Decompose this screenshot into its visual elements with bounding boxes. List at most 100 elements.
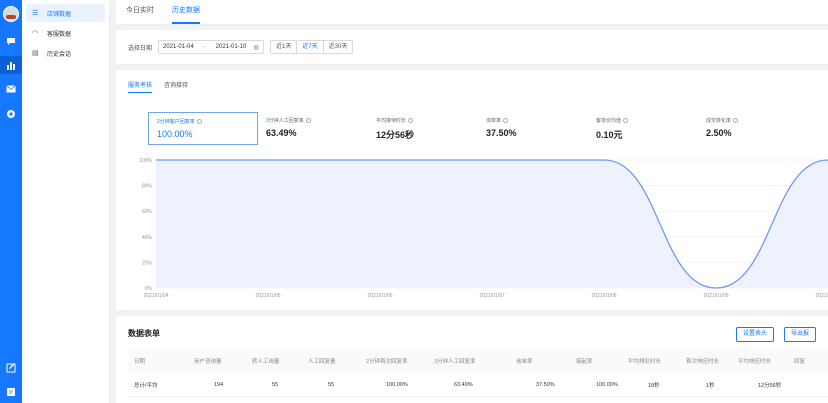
quick-range-7days[interactable]: 近7天 (297, 41, 324, 53)
kpi-cards: 2分钟客户回复率 100.00% 3分钟人工回复率 63.49% 平均接待时长 … (148, 112, 828, 145)
table-header-cell: 人工回复量 (308, 359, 336, 365)
table-header-cell: 3分钟人工回复率 (434, 359, 476, 365)
kpi-value: 63.49% (266, 128, 297, 138)
set-columns-button[interactable]: 设置表头 (736, 327, 775, 342)
sub-navigation: ☰ 店铺数据 ◠ 客服数据 ▤ 历史会话 (22, 0, 110, 403)
data-table-panel: 数据表单 设置表头 导出报 日期 用户咨询量 转人工询量 人工回复量 2分钟首次回复率 3… (116, 316, 828, 403)
quick-range-30days[interactable]: 近30天 (324, 41, 353, 53)
subnav-item-label: 客服数据 (47, 31, 72, 38)
x-tick-label: 2021/01/09 (703, 293, 728, 299)
main-content: 今日实时 历史数据 选择日期 2021-01-04 - 2021-01-10 ▦… (110, 0, 828, 403)
table-cell: 12分56秒 (758, 382, 782, 389)
kpi-card[interactable]: 成交转化率 2.50% (698, 112, 808, 145)
x-tick-label: 2021/01/04 (143, 293, 168, 299)
help-icon (503, 118, 509, 123)
kpi-card[interactable]: 2分钟客户回复率 100.00% (148, 112, 258, 145)
export-button[interactable]: 导出报 (784, 327, 817, 342)
tab-today-realtime[interactable]: 今日实时 (126, 0, 154, 24)
icon-rail (0, 0, 22, 403)
table-cell: 100.00% (386, 381, 408, 388)
y-tick-label: 80% (142, 184, 153, 190)
subnav-item-history[interactable]: ▤ 历史会话 (26, 44, 105, 62)
kpi-card[interactable]: 3分钟人工回复率 63.49% (258, 112, 368, 145)
table-header-cell: 接起率 (576, 359, 593, 365)
kpi-label: 询单率 (486, 118, 502, 124)
subnav-item-service-data[interactable]: ◠ 客服数据 (26, 24, 105, 42)
subnav-item-label: 历史会话 (47, 51, 72, 58)
help-icon (196, 119, 202, 124)
series-area (156, 160, 828, 288)
chat-icon[interactable] (4, 34, 18, 48)
kpi-label: 客单价均值 (596, 118, 622, 124)
table-cell: 总计/平均 (134, 382, 158, 389)
date-range-picker[interactable]: 2021-01-04 - 2021-01-10 ▦ (158, 40, 265, 54)
settings-icon[interactable] (4, 107, 18, 121)
table-header-cell: 2分钟首次回复率 (366, 359, 408, 365)
kpi-value: 12分56秒 (376, 130, 415, 140)
kpi-card[interactable]: 客单价均值 0.10元 (588, 112, 698, 145)
table-header-cell: 平均排队时长 (628, 359, 662, 365)
metric-sub-tabs: 服务考核 咨询接待 (128, 80, 200, 93)
edit-icon[interactable] (4, 361, 18, 375)
table-cell: 18秒 (648, 382, 660, 389)
kpi-value: 2.50% (706, 128, 732, 138)
table-header-cell: 用户咨询量 (194, 359, 222, 365)
mail-icon[interactable] (4, 82, 18, 96)
help-icon (305, 118, 311, 123)
tab-consult-reception[interactable]: 咨询接待 (164, 80, 188, 93)
help-icon (733, 118, 739, 123)
subnav-item-label: 店铺数据 (47, 11, 72, 18)
y-tick-label: 0% (145, 286, 153, 292)
kpi-card[interactable]: 平均接待时长 12分56秒 (368, 112, 478, 145)
quick-range-group: 近1天 近7天 近30天 (270, 40, 354, 54)
y-tick-label: 20% (142, 260, 153, 266)
x-tick-label: 2021/01/07 (479, 293, 504, 299)
help-icon (408, 118, 414, 123)
list-icon: ☰ (32, 10, 39, 17)
x-tick-label: 2021/01/08 (591, 293, 616, 299)
subnav-item-store-data[interactable]: ☰ 店铺数据 (26, 4, 105, 22)
end-date[interactable]: 2021-01-10 (216, 44, 247, 50)
table-header-cell: 日期 (134, 359, 146, 365)
table-header-cell: 首次响应时长 (686, 359, 720, 365)
tab-history-data[interactable]: 历史数据 (172, 0, 200, 24)
table-header-row: 日期 用户咨询量 转人工询量 人工回复量 2分钟首次回复率 3分钟人工回复率 询单率 接起率 平… (128, 349, 828, 373)
kpi-value: 0.10元 (596, 130, 623, 140)
date-filter-bar: 选择日期 2021-01-04 - 2021-01-10 ▦ 近1天 近7天 近… (116, 30, 828, 64)
table-header-cell: 回复 (794, 359, 806, 365)
metrics-panel: 服务考核 咨询接待 2分钟客户回复率 100.00% 3分钟人工回复率 63.4… (116, 70, 828, 310)
y-tick-label: 60% (142, 209, 153, 215)
kpi-value: 100.00% (157, 129, 193, 139)
table-title: 数据表单 (128, 329, 160, 338)
kpi-label: 平均接待时长 (376, 118, 407, 124)
x-tick-label: 2021/01/10 (815, 293, 828, 299)
table-cell: 55 (272, 381, 279, 388)
date-separator: - (203, 44, 206, 50)
x-tick-label: 2021/01/06 (367, 293, 392, 299)
note-icon[interactable] (4, 385, 18, 399)
avatar[interactable] (3, 6, 19, 22)
table-cell: 55 (328, 381, 335, 388)
date-filter-label: 选择日期 (128, 45, 153, 52)
x-tick-label: 2021/01/05 (255, 293, 280, 299)
kpi-card[interactable]: 询单率 37.50% (478, 112, 588, 145)
table-header-cell: 转人工询量 (252, 359, 280, 365)
y-tick-label: 100% (139, 158, 152, 164)
start-date[interactable]: 2021-01-04 (163, 44, 194, 50)
table-cell: 63.49% (454, 381, 473, 388)
top-tabs: 今日实时 历史数据 (116, 0, 828, 24)
table-header-cell: 询单率 (516, 359, 533, 365)
y-tick-label: 40% (142, 235, 153, 241)
quick-range-1day[interactable]: 近1天 (271, 41, 298, 53)
kpi-label: 3分钟人工回复率 (266, 118, 304, 124)
kpi-value: 37.50% (486, 128, 517, 138)
kpi-label: 2分钟客户回复率 (157, 119, 195, 125)
table-header-cell: 平均响应时长 (738, 359, 772, 365)
trend-chart-svg: 0% 20% 40% 60% 80% 100% 2021/01/04 2021/01/05 20… (139, 158, 828, 299)
table-cell: 100.00% (596, 381, 618, 388)
headset-icon: ◠ (32, 30, 39, 37)
calendar-icon: ▦ (253, 44, 259, 51)
chart-icon[interactable] (0, 56, 22, 74)
table-cell: 194 (214, 381, 224, 388)
tab-service-assessment[interactable]: 服务考核 (128, 80, 153, 93)
